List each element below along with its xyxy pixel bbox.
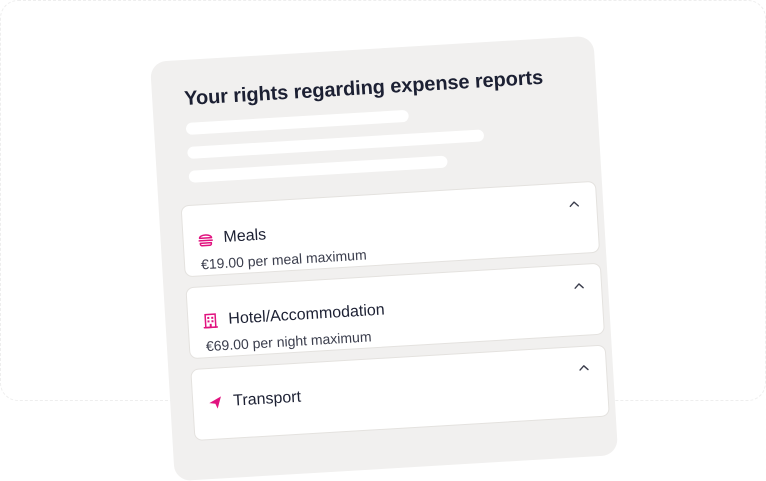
building-icon bbox=[203, 313, 219, 329]
expense-rights-panel: Your rights regarding expense reports Me… bbox=[150, 35, 619, 481]
accordion-item-hotel[interactable]: Hotel/Accommodation €69.00 per night max… bbox=[185, 262, 605, 360]
accordion-item-detail: €19.00 per meal maximum bbox=[200, 246, 368, 273]
accordion-item-detail: €69.00 per night maximum bbox=[205, 328, 372, 355]
burger-icon bbox=[198, 234, 213, 247]
accordion-item-label: Meals bbox=[223, 226, 267, 246]
accordion-item-label: Hotel/Accommodation bbox=[227, 301, 386, 328]
accordion-item-transport[interactable]: Transport bbox=[190, 344, 610, 442]
accordion-item-label: Transport bbox=[232, 388, 302, 410]
text-placeholder-line bbox=[187, 129, 485, 159]
screenshot-frame: Your rights regarding expense reports Me… bbox=[0, 0, 766, 481]
transport-icon bbox=[209, 396, 221, 409]
chevron-up-icon[interactable] bbox=[567, 197, 582, 212]
text-placeholder-line bbox=[188, 155, 448, 183]
chevron-up-icon[interactable] bbox=[572, 279, 587, 294]
panel-title: Your rights regarding expense reports bbox=[183, 66, 544, 111]
text-placeholder-line bbox=[185, 109, 409, 135]
chevron-up-icon[interactable] bbox=[576, 360, 591, 375]
accordion-item-meals[interactable]: Meals €19.00 per meal maximum bbox=[180, 180, 601, 278]
